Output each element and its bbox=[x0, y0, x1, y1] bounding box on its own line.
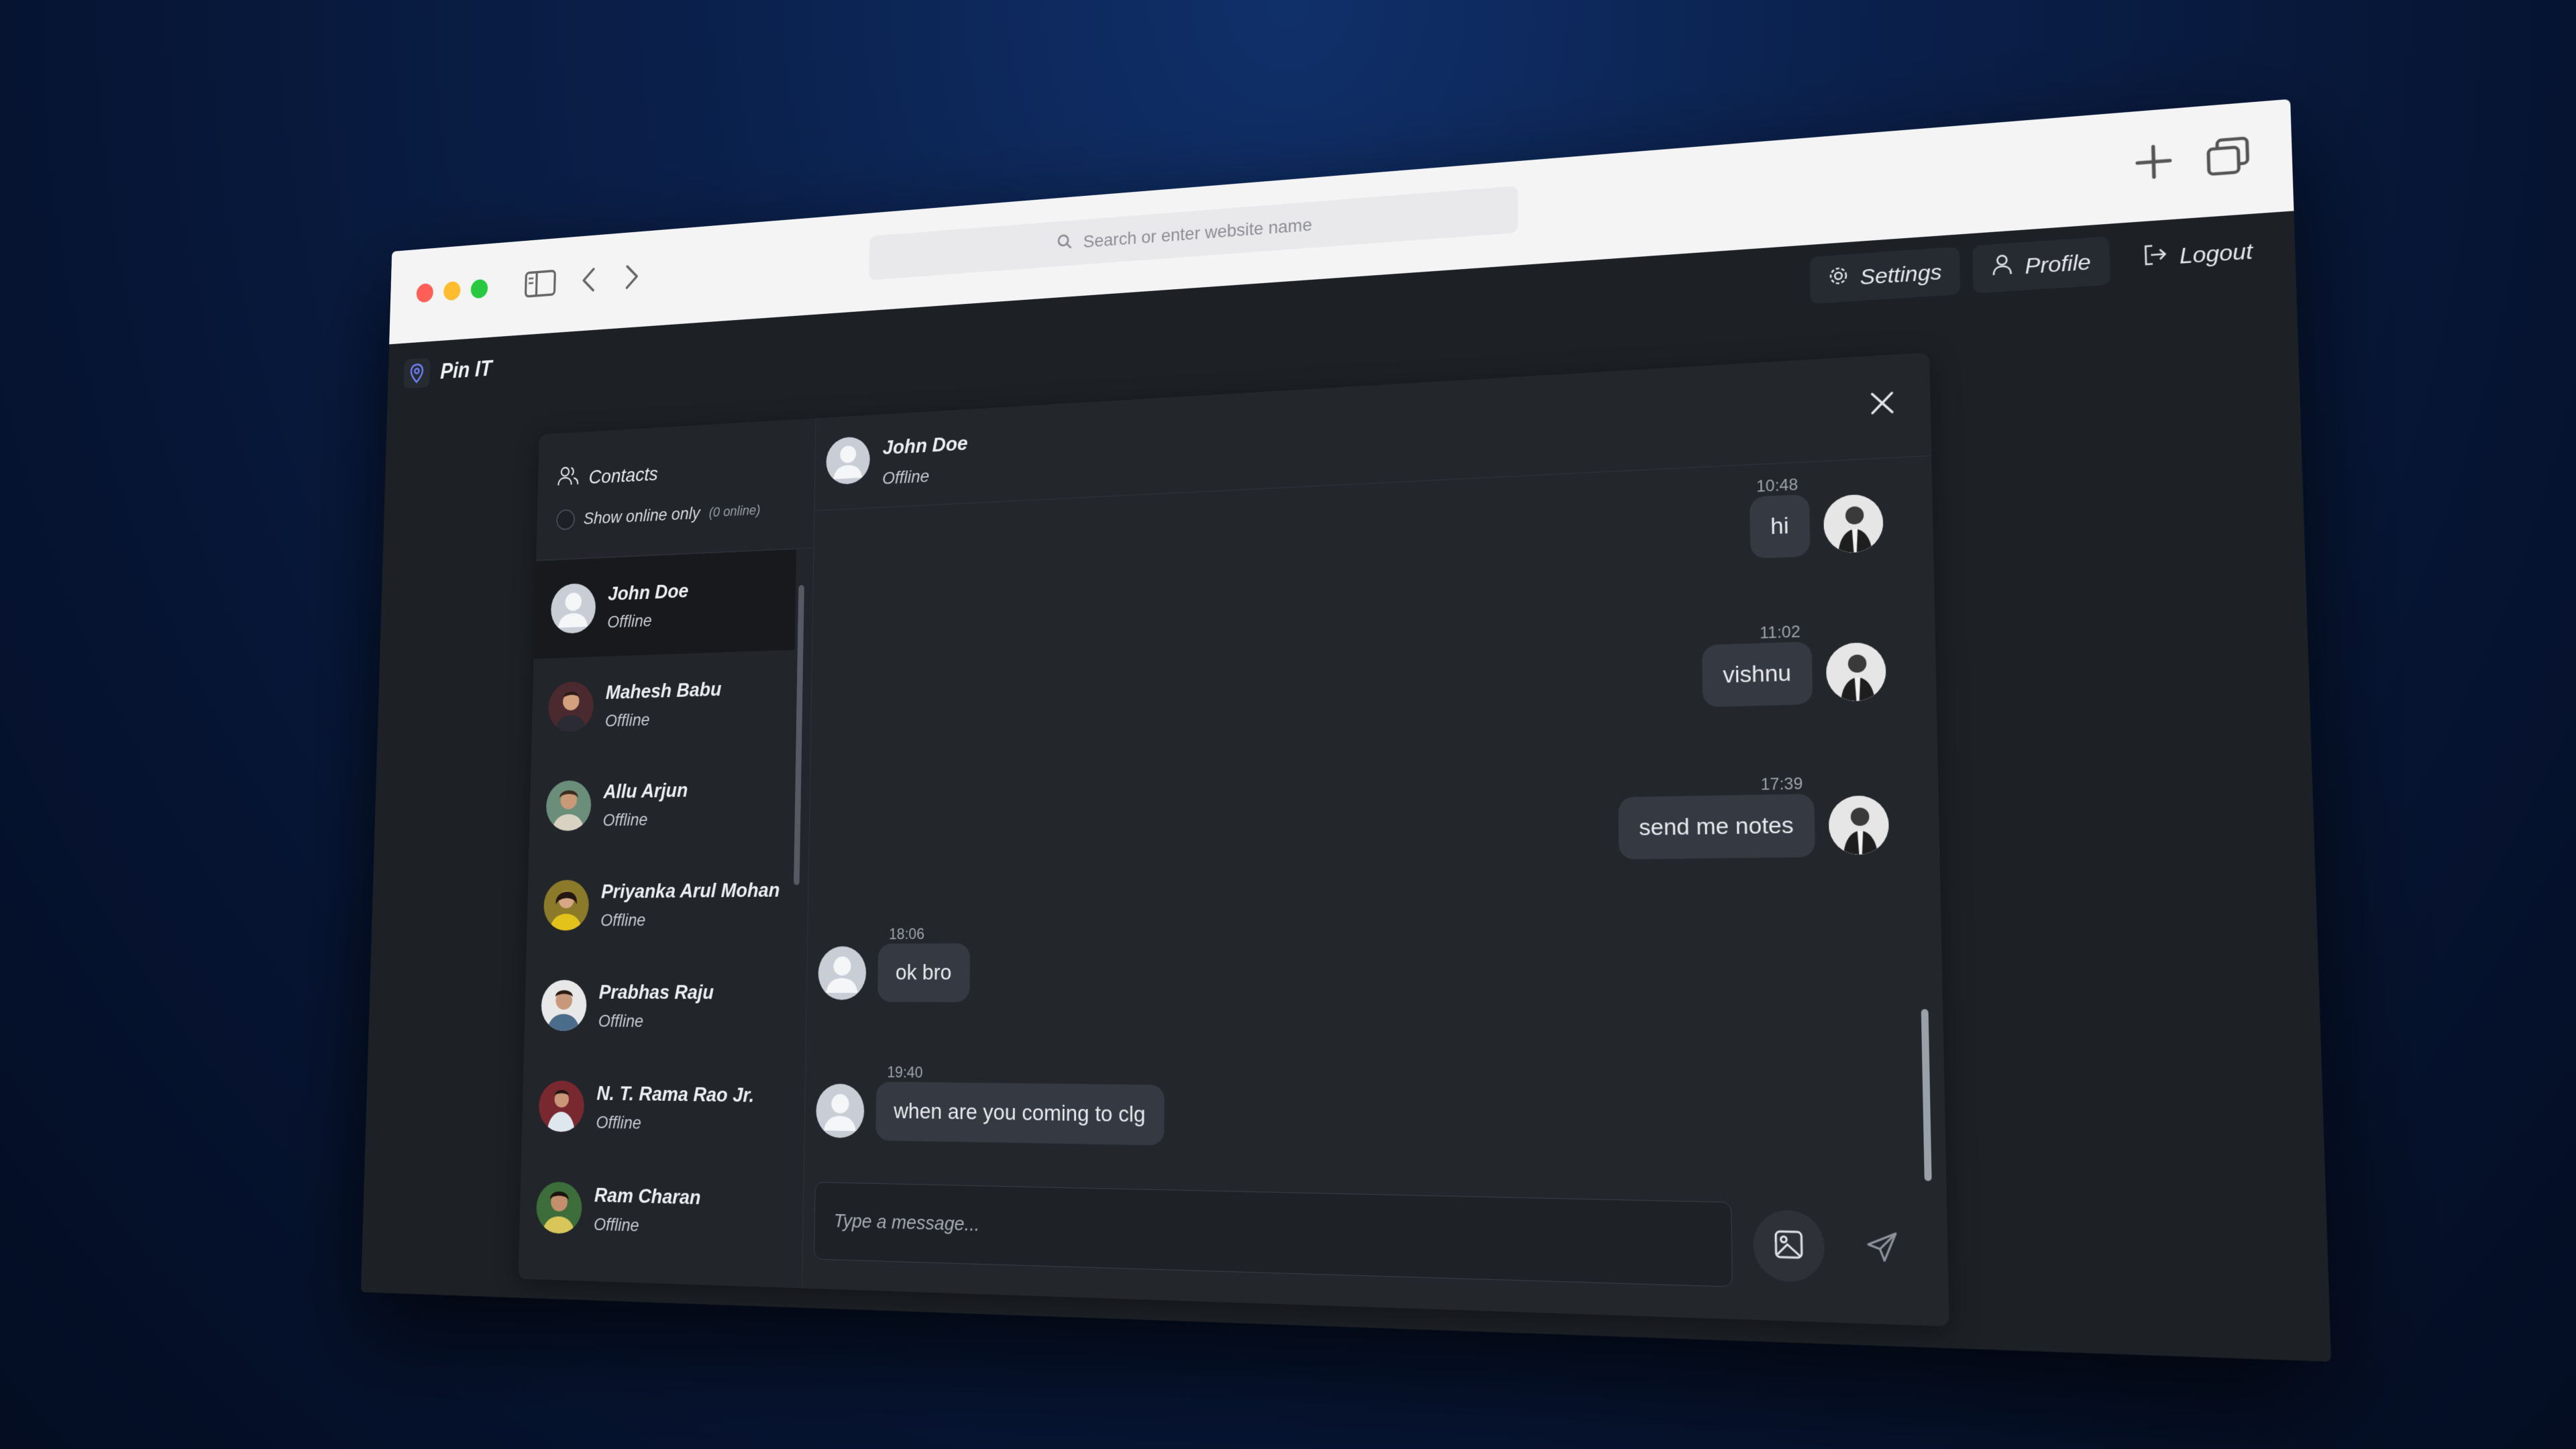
show-online-only-toggle[interactable]: Show online only (0 online) bbox=[556, 500, 761, 531]
address-placeholder: Search or enter website name bbox=[1083, 214, 1312, 252]
message-outgoing: 11:02 vishnu bbox=[1701, 620, 1886, 708]
address-bar[interactable]: Search or enter website name bbox=[869, 185, 1518, 280]
gear-icon bbox=[1827, 265, 1849, 292]
browser-window: Search or enter website name Pin IT Sett… bbox=[360, 99, 2332, 1362]
logout-label: Logout bbox=[2179, 237, 2253, 268]
close-chat-button[interactable] bbox=[1862, 384, 1902, 425]
contact-item-priyanka-arul-mohan[interactable]: Priyanka Arul Mohan Offline bbox=[526, 853, 791, 955]
contact-avatar bbox=[547, 681, 594, 733]
contact-status: Offline bbox=[604, 709, 650, 731]
online-count: (0 online) bbox=[708, 502, 761, 521]
image-icon bbox=[1773, 1228, 1805, 1264]
contact-avatar bbox=[535, 1181, 583, 1234]
contact-name: Ram Charan bbox=[594, 1183, 701, 1209]
back-icon[interactable] bbox=[570, 258, 608, 302]
contacts-scrollbar-thumb[interactable] bbox=[794, 585, 804, 885]
app: Pin IT Settings Profile Logout Contacts … bbox=[360, 211, 2332, 1362]
message-outgoing: 17:39 send me notes bbox=[1618, 773, 1890, 860]
message-bubble: hi bbox=[1749, 494, 1811, 559]
contact-avatar bbox=[541, 979, 588, 1031]
message-bubble: ok bro bbox=[877, 943, 970, 1002]
user-avatar bbox=[1825, 641, 1886, 702]
message-incoming: 19:40 when are you coming to clg bbox=[815, 1063, 1165, 1146]
contact-name: Mahesh Babu bbox=[605, 677, 722, 703]
send-button[interactable] bbox=[1845, 1212, 1919, 1285]
attach-image-button[interactable] bbox=[1752, 1210, 1825, 1283]
profile-button[interactable]: Profile bbox=[1972, 236, 2111, 294]
chat-panel: Contacts Show online only (0 online) Joh… bbox=[518, 352, 1949, 1327]
contact-item-prabhas-raju[interactable]: Prabhas Raju Offline bbox=[524, 955, 790, 1057]
message-bubble: vishnu bbox=[1701, 641, 1813, 708]
send-icon bbox=[1865, 1230, 1899, 1267]
brand[interactable]: Pin IT bbox=[403, 354, 492, 389]
contact-status: Offline bbox=[606, 610, 653, 631]
brand-name: Pin IT bbox=[439, 356, 492, 384]
close-icon bbox=[1868, 388, 1896, 421]
message-bubble: when are you coming to clg bbox=[875, 1081, 1165, 1146]
contact-status: Offline bbox=[596, 1112, 642, 1132]
forward-icon[interactable] bbox=[612, 254, 651, 299]
chat-contact-status: Offline bbox=[882, 466, 930, 488]
message-time: 10:48 bbox=[1756, 475, 1799, 496]
search-icon bbox=[1057, 233, 1072, 254]
logout-icon bbox=[2142, 243, 2168, 272]
contact-name: N. T. Rama Rao Jr. bbox=[596, 1081, 755, 1106]
chat-contact-name: John Doe bbox=[882, 431, 968, 459]
contacts-header: Contacts Show online only (0 online) bbox=[536, 418, 816, 561]
contact-status: Offline bbox=[602, 809, 648, 830]
contact-item-john-doe[interactable]: John Doe Offline bbox=[533, 549, 797, 659]
logout-button[interactable]: Logout bbox=[2123, 225, 2273, 284]
contact-item-nt-rama-rao-jr[interactable]: N. T. Rama Rao Jr. Offline bbox=[521, 1055, 788, 1161]
contact-name: Priyanka Arul Mohan bbox=[600, 877, 780, 902]
contact-item-allu-arjun[interactable]: Allu Arjun Offline bbox=[529, 751, 793, 856]
message-input[interactable] bbox=[814, 1181, 1733, 1287]
default-avatar-icon bbox=[818, 946, 867, 1000]
users-icon bbox=[557, 465, 579, 491]
message-list: 10:48 hi 11:02 vishnu 17:39 send me note… bbox=[804, 455, 1947, 1196]
user-icon bbox=[1992, 253, 2014, 282]
contact-avatar bbox=[545, 780, 592, 831]
contact-name: Prabhas Raju bbox=[598, 980, 714, 1004]
message-time: 17:39 bbox=[1760, 774, 1803, 794]
message-outgoing: 10:48 hi bbox=[1749, 472, 1884, 559]
message-time: 18:06 bbox=[888, 925, 925, 943]
contact-status: Offline bbox=[600, 910, 646, 930]
contact-status: Offline bbox=[593, 1214, 640, 1235]
minimize-window-button[interactable] bbox=[443, 280, 461, 301]
sidebar-toggle-icon[interactable] bbox=[521, 262, 559, 306]
scene: Search or enter website name Pin IT Sett… bbox=[0, 0, 2576, 1449]
contact-item-ram-charan[interactable]: Ram Charan Offline bbox=[519, 1156, 786, 1265]
contact-name: Allu Arjun bbox=[603, 778, 688, 802]
profile-label: Profile bbox=[2024, 249, 2092, 278]
default-avatar-icon bbox=[815, 1083, 865, 1138]
new-tab-icon[interactable] bbox=[2127, 136, 2180, 188]
message-composer bbox=[814, 1179, 1919, 1296]
settings-button[interactable]: Settings bbox=[1809, 246, 1961, 305]
contact-status: Offline bbox=[598, 1010, 644, 1030]
online-only-label: Show online only bbox=[583, 503, 700, 528]
contact-avatar bbox=[543, 879, 590, 931]
tabs-overview-icon[interactable] bbox=[2201, 130, 2255, 182]
contact-avatar bbox=[538, 1080, 585, 1132]
contact-name: John Doe bbox=[607, 579, 689, 604]
online-only-radio[interactable] bbox=[556, 508, 576, 531]
settings-label: Settings bbox=[1860, 259, 1942, 289]
message-time: 19:40 bbox=[887, 1063, 923, 1082]
contacts-sidebar: Contacts Show online only (0 online) Joh… bbox=[518, 418, 816, 1289]
user-avatar bbox=[1823, 493, 1884, 553]
message-bubble: send me notes bbox=[1618, 794, 1815, 860]
message-incoming: 18:06 ok bro bbox=[818, 925, 970, 1002]
maximize-window-button[interactable] bbox=[470, 278, 488, 299]
contact-list: John Doe Offline Mahesh Babu Offline All… bbox=[518, 549, 797, 1289]
default-avatar-icon bbox=[550, 582, 596, 635]
contacts-title: Contacts bbox=[557, 461, 658, 492]
contacts-title-text: Contacts bbox=[588, 462, 659, 488]
default-avatar-icon bbox=[826, 435, 871, 486]
contact-item-mahesh-babu[interactable]: Mahesh Babu Offline bbox=[531, 650, 795, 757]
close-window-button[interactable] bbox=[416, 282, 434, 303]
message-time: 11:02 bbox=[1759, 623, 1801, 643]
user-avatar bbox=[1828, 795, 1890, 855]
map-pin-icon bbox=[403, 358, 431, 389]
